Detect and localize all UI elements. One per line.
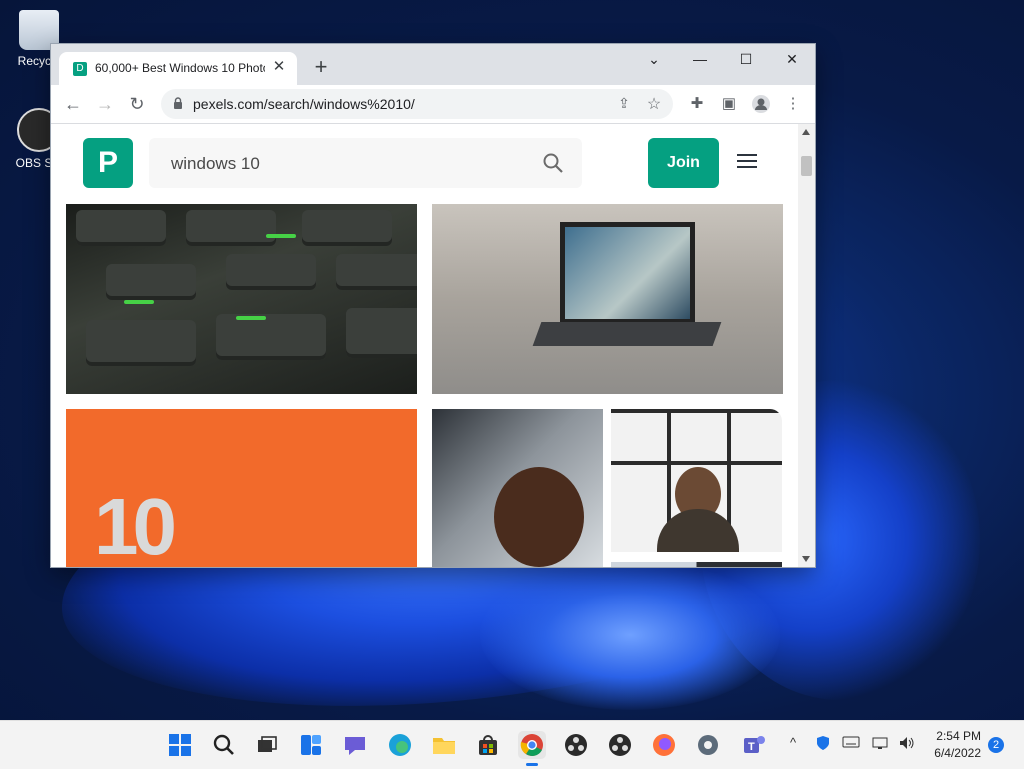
tab-search-dropdown-button[interactable]: ⌄	[631, 44, 677, 74]
page-scrollbar[interactable]	[798, 124, 815, 567]
security-shield-icon[interactable]	[815, 735, 831, 754]
reload-button[interactable]: ↻	[125, 93, 149, 115]
tray-overflow-chevron-icon[interactable]: ^	[790, 735, 796, 750]
bookmark-star-icon[interactable]: ☆	[645, 94, 663, 113]
photo-window-headphones[interactable]	[611, 409, 782, 552]
join-button[interactable]: Join	[648, 138, 719, 188]
lock-icon	[174, 97, 182, 109]
obs-icon[interactable]	[562, 731, 590, 759]
search-box[interactable]	[149, 138, 582, 188]
favicon-icon: D	[73, 62, 87, 76]
photo-curly-hair[interactable]	[432, 409, 603, 567]
hamburger-menu-icon[interactable]	[737, 154, 757, 170]
keyboard-icon[interactable]	[842, 735, 860, 752]
back-button[interactable]: ←	[61, 93, 85, 115]
extensions-puzzle-icon[interactable]: ✚	[687, 94, 707, 114]
search-icon[interactable]	[210, 731, 238, 759]
browser-toolbar: ← → ↻ pexels.com/search/windows%2010/ ⇪ …	[51, 85, 815, 124]
search-input[interactable]	[169, 151, 533, 177]
forward-button[interactable]: →	[93, 93, 117, 115]
page-viewport: P Join 10	[51, 124, 798, 567]
window-close-button[interactable]: ✕	[769, 44, 815, 74]
obs-icon-2[interactable]	[606, 731, 634, 759]
volume-icon[interactable]	[898, 735, 916, 754]
photo-orange-ten[interactable]: 10	[66, 409, 417, 567]
minimize-button[interactable]: —	[677, 44, 723, 74]
taskbar: T ^ 2:54 PM 6/4/2022 2	[0, 720, 1024, 769]
settings-icon[interactable]	[694, 731, 722, 759]
scroll-down-arrow-icon[interactable]	[802, 556, 810, 562]
store-icon[interactable]	[474, 731, 502, 759]
task-view-icon[interactable]	[253, 731, 281, 759]
kebab-menu-icon[interactable]: ⋮	[783, 94, 803, 114]
edge-icon[interactable]	[386, 731, 414, 759]
maximize-button[interactable]: ☐	[723, 44, 769, 74]
photo-laptop[interactable]	[432, 204, 783, 394]
scroll-up-arrow-icon[interactable]	[802, 129, 810, 135]
tab-title: 60,000+ Best Windows 10 Photos	[95, 61, 265, 75]
browser-tab-active[interactable]: D 60,000+ Best Windows 10 Photos ✕	[59, 52, 297, 85]
photo-keyboard[interactable]	[66, 204, 417, 394]
profile-avatar-icon[interactable]	[751, 94, 771, 114]
pexels-logo[interactable]: P	[83, 138, 133, 188]
browser-window: D 60,000+ Best Windows 10 Photos ✕ + ⌄ —…	[51, 44, 815, 567]
tab-close-button[interactable]: ✕	[271, 59, 287, 75]
network-icon[interactable]	[872, 735, 890, 754]
file-explorer-icon[interactable]	[430, 731, 458, 759]
share-icon[interactable]: ⇪	[615, 95, 633, 113]
scrollbar-thumb[interactable]	[801, 156, 812, 176]
start-icon[interactable]	[166, 731, 194, 759]
clock-date[interactable]: 6/4/2022	[934, 746, 981, 760]
photo-partial[interactable]	[611, 562, 782, 567]
svg-text:T: T	[748, 741, 755, 753]
side-panel-icon[interactable]: ▣	[719, 94, 739, 114]
chrome-icon[interactable]	[518, 731, 546, 766]
teams-icon[interactable]: T	[740, 731, 768, 759]
widgets-icon[interactable]	[297, 731, 325, 759]
clock-time[interactable]: 2:54 PM	[936, 729, 981, 743]
tab-strip: D 60,000+ Best Windows 10 Photos ✕ + ⌄ —…	[51, 44, 815, 85]
firefox-icon[interactable]	[650, 731, 678, 759]
notification-badge[interactable]: 2	[988, 737, 1004, 753]
new-tab-button[interactable]: +	[309, 56, 333, 80]
chat-icon[interactable]	[341, 731, 369, 759]
url-text: pexels.com/search/windows%2010/	[193, 96, 415, 112]
search-icon[interactable]	[542, 152, 564, 174]
address-bar[interactable]: pexels.com/search/windows%2010/ ⇪ ☆	[161, 89, 673, 119]
